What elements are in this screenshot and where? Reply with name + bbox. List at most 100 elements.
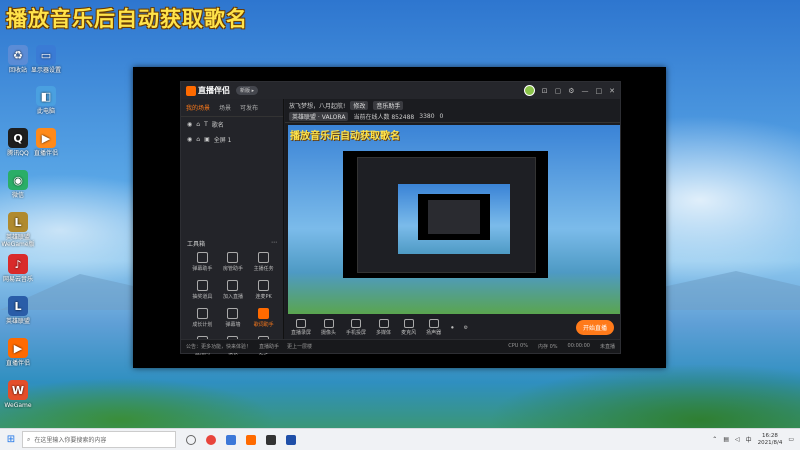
tab-my-scenes[interactable]: 我的场景 xyxy=(186,103,210,112)
tool-lyrics[interactable]: 歌词助手 xyxy=(248,308,279,328)
desktop-icon-label: 微信 xyxy=(11,192,24,199)
more-icon[interactable]: ⋯ xyxy=(271,239,277,248)
desktop-icon-wechat[interactable]: ◉ 微信 xyxy=(0,170,40,199)
microphone-button[interactable]: 麦克风 xyxy=(401,319,416,336)
scene-sidebar: 我的场景 场景 可发布 ◉ ⌂ T 歌名 ◉ ⌂ ▣ 全屏 1 工具箱 ⋯ 弹幕助手 房… xyxy=(181,99,284,356)
tool-label: 成长计划 xyxy=(192,322,213,328)
screen-record-button[interactable]: 直播录屏 xyxy=(291,319,311,336)
avatar[interactable] xyxy=(523,85,535,96)
system-tray: ⌃ ▤ ◁ 中 16:28 2021/8/4 ▭ xyxy=(712,433,800,447)
desktop-icon-lol-wegame[interactable]: L 英雄联盟 WeGame版 xyxy=(0,212,40,248)
search-placeholder: 在这里输入你要搜索的内容 xyxy=(34,437,107,444)
toolbox-header: 工具箱 ⋯ xyxy=(187,239,277,248)
desktop-icon-display[interactable]: ▭ 显示器设置 xyxy=(24,45,68,74)
settings-icon[interactable]: ⚙ xyxy=(464,325,468,331)
notification-icon[interactable]: ▭ xyxy=(788,436,794,443)
camera-button[interactable]: 摄像头 xyxy=(321,319,336,336)
version-badge[interactable]: 新版 ▸ xyxy=(236,86,259,95)
tool-growth[interactable]: 成长计划 xyxy=(187,308,218,328)
button-label: 摄像头 xyxy=(321,330,337,336)
app-taskbar-icon[interactable] xyxy=(286,434,296,445)
status-link-2[interactable]: 更上一层楼 xyxy=(287,343,312,350)
cpu-usage: CPU 0% xyxy=(508,343,528,349)
stream-preview[interactable]: 播放音乐后自动获取歌名 xyxy=(288,125,620,314)
announcement-text[interactable]: 公告：更多功能，快来体验！ xyxy=(186,343,251,350)
tool-lottery[interactable]: 抽奖道具 xyxy=(187,280,218,300)
desktop-icon-label: 网易云音乐 xyxy=(2,276,33,283)
tool-danmu[interactable]: 弹幕助手 xyxy=(187,252,218,272)
desktop-icon-wegame[interactable]: W WeGame xyxy=(0,380,40,409)
chevron-up-icon[interactable]: ⌃ xyxy=(712,436,717,443)
desktop-icon-live-2[interactable]: ▶ 直播伴侣 xyxy=(24,128,68,157)
lock-icon[interactable]: ⌂ xyxy=(196,121,200,128)
nested-window-2 xyxy=(418,194,490,240)
desktop-icon-label: 英雄联盟 WeGame版 xyxy=(1,234,35,248)
tool-label: 弹幕墙 xyxy=(225,322,241,328)
eye-icon[interactable]: ◉ xyxy=(187,136,192,143)
tool-label: 房管助手 xyxy=(222,266,243,272)
tool-label: 加入直播 xyxy=(222,294,243,300)
media-icon xyxy=(378,319,389,328)
tool-danmu-wall[interactable]: 弹幕墙 xyxy=(218,308,249,328)
memory-usage: 内存 0% xyxy=(537,344,558,350)
tool-icon xyxy=(227,308,239,319)
like-count: 0 xyxy=(439,113,444,120)
close-icon[interactable]: ✕ xyxy=(609,87,615,95)
tab-publish[interactable]: 可发布 xyxy=(240,103,258,112)
phone-cast-button[interactable]: 手机投屏 xyxy=(346,319,366,336)
wechat-icon: ◉ xyxy=(8,170,28,190)
start-live-button[interactable]: 开始直播 xyxy=(575,320,614,335)
scene-item-songname[interactable]: ◉ ⌂ T 歌名 xyxy=(181,117,283,132)
minimize-icon[interactable]: — xyxy=(582,87,589,95)
desktop-icon-lol[interactable]: L 英雄联盟 xyxy=(0,296,40,325)
maximize-icon[interactable]: □ xyxy=(596,87,603,95)
category-badge[interactable]: 音乐助手 xyxy=(373,101,404,110)
scene-tabs: 我的场景 场景 可发布 xyxy=(181,99,283,117)
edit-title-button[interactable]: 修改 xyxy=(350,101,369,110)
tool-room-admin[interactable]: 房管助手 xyxy=(218,252,249,272)
lol-taskbar-icon[interactable] xyxy=(266,434,276,445)
eye-icon[interactable]: ◉ xyxy=(187,121,192,128)
desktop-icon-netease[interactable]: ♪ 网易云音乐 xyxy=(0,254,40,283)
tool-label: 歌词助手 xyxy=(253,322,274,328)
scene-item-label: 歌名 xyxy=(211,122,224,129)
room-title: 放飞梦想，八月起航! xyxy=(289,103,346,110)
volume-icon[interactable]: ◁ xyxy=(735,436,740,443)
wegame-icon: W xyxy=(8,380,28,400)
gift-icon[interactable]: ⊡ xyxy=(542,87,548,95)
app-logo: 直播伴侣 xyxy=(186,85,230,96)
lock-icon[interactable]: ⌂ xyxy=(196,136,200,143)
windows-start-icon[interactable]: ⊞ xyxy=(0,429,22,450)
status-link[interactable]: 直播助手 xyxy=(259,343,279,350)
speaker-button[interactable]: 扬声器 xyxy=(426,319,441,336)
nested-app xyxy=(357,157,536,273)
desktop-icon-label: 直播伴侣 xyxy=(5,360,30,367)
live-companion-taskbar-icon[interactable] xyxy=(246,434,256,445)
desktop-icon-computer[interactable]: ◧ 此电脑 xyxy=(24,86,68,115)
task-view-icon[interactable] xyxy=(186,434,196,445)
taskbar-search[interactable]: ⌕ 在这里输入你要搜索的内容 xyxy=(22,431,176,448)
online-count: 当前在线人数 852488 xyxy=(353,114,415,121)
tool-label: 弹幕助手 xyxy=(192,266,213,272)
game-category[interactable]: 英雄联盟 · VALORA xyxy=(289,112,349,121)
record-icon[interactable]: ⏺ xyxy=(451,325,454,331)
taskbar-clock[interactable]: 16:28 2021/8/4 xyxy=(758,433,783,447)
tool-tasks[interactable]: 主播任务 xyxy=(248,252,279,272)
desktop-icon-live[interactable]: ▶ 直播伴侣 xyxy=(0,338,40,367)
media-button[interactable]: 多媒体 xyxy=(376,319,391,336)
tool-pk[interactable]: 连麦PK xyxy=(248,280,279,300)
screen-capture-window: 直播伴侣 新版 ▸ ⊡ ▢ ⚙ — □ ✕ 我的场景 场景 可发布 ◉ ⌂ T 歌名 xyxy=(133,67,666,368)
settings-icon[interactable]: ⚙ xyxy=(568,87,574,95)
edge-icon[interactable] xyxy=(226,434,236,445)
chat-icon[interactable]: ▢ xyxy=(555,87,562,95)
chrome-icon[interactable] xyxy=(206,434,216,445)
tool-join[interactable]: 加入直播 xyxy=(218,280,249,300)
tab-scenes[interactable]: 场景 xyxy=(219,103,231,112)
input-language[interactable]: 中 xyxy=(746,435,752,444)
tool-icon xyxy=(196,308,208,319)
tool-icon xyxy=(196,280,208,291)
network-icon[interactable]: ▤ xyxy=(723,436,729,443)
scene-item-fullscreen[interactable]: ◉ ⌂ ▣ 全屏 1 xyxy=(181,132,283,147)
source-toolbar: 直播录屏 摄像头 手机投屏 多媒体 麦克风 扬声器 ⏺ ⚙ 开始直播 xyxy=(285,314,620,341)
tool-icon xyxy=(258,308,270,319)
